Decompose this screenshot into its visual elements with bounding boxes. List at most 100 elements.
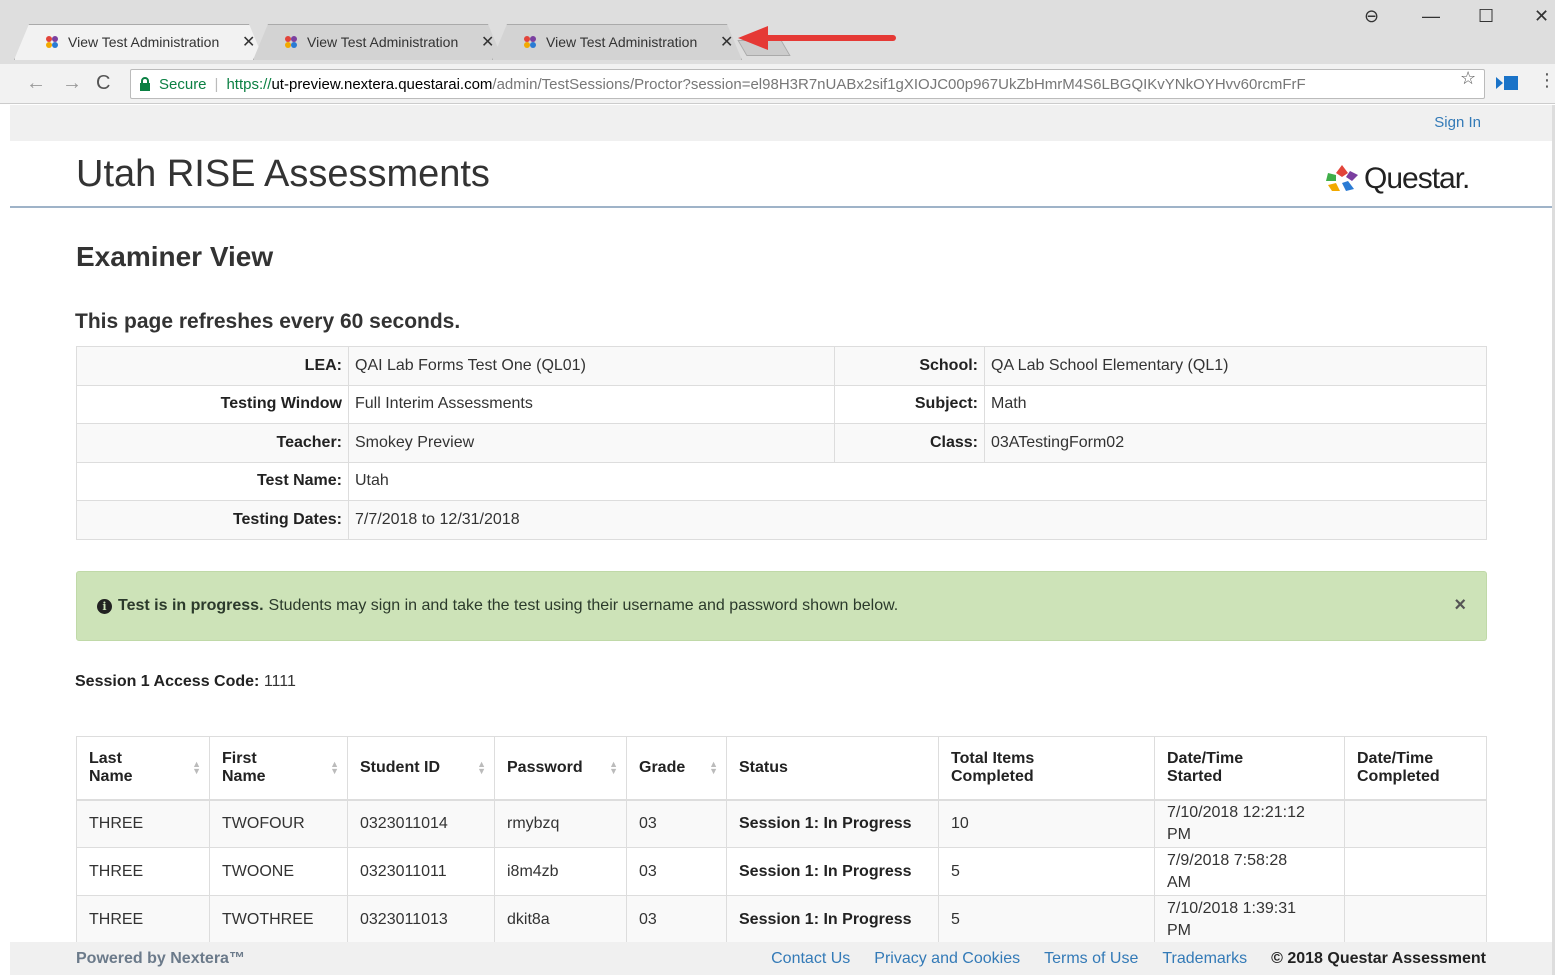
column-header-grade[interactable]: Grade ▲ ▼ bbox=[626, 736, 727, 801]
column-header-date-completed: Date/Time Completed bbox=[1344, 736, 1487, 801]
sign-in-link[interactable]: Sign In bbox=[1434, 114, 1481, 131]
footer-link-privacy[interactable]: Privacy and Cookies bbox=[874, 950, 1020, 968]
header-divider bbox=[10, 206, 1552, 208]
column-header-label: Date/Time Started bbox=[1167, 749, 1244, 785]
date-started-text: 7/10/2018 12:21:12 PM bbox=[1167, 803, 1305, 843]
lea-value: QAI Lab Forms Test One (QL01) bbox=[348, 346, 835, 386]
lea-label: LEA: bbox=[76, 346, 349, 386]
top-utility-bar: Sign In bbox=[10, 105, 1552, 141]
info-circle-icon: i bbox=[97, 598, 112, 614]
questar-favicon-icon bbox=[285, 36, 297, 48]
refresh-note: This page refreshes every 60 seconds. bbox=[75, 310, 461, 333]
test-name-value: Utah bbox=[348, 461, 1487, 501]
testing-window-value: Full Interim Assessments bbox=[348, 384, 835, 424]
browser-menu-icon[interactable]: ⋮ bbox=[1538, 70, 1555, 91]
column-header-first-name[interactable]: First Name ▲ ▼ bbox=[209, 736, 348, 801]
sort-icon[interactable]: ▲ ▼ bbox=[609, 760, 618, 776]
cell-status: Session 1: In Progress bbox=[726, 799, 939, 848]
cell-password: i8m4zb bbox=[494, 847, 627, 896]
window-close-icon[interactable]: ✕ bbox=[1534, 6, 1549, 27]
bookmark-star-icon[interactable]: ☆ bbox=[1460, 68, 1476, 89]
column-header-last-name[interactable]: Last Name ▲ ▼ bbox=[76, 736, 210, 801]
forward-arrow-icon[interactable]: → bbox=[62, 72, 82, 95]
cell-date-completed bbox=[1344, 847, 1487, 896]
url-bar[interactable]: Secure | https://ut-preview.nextera.ques… bbox=[130, 69, 1485, 99]
sort-icon[interactable]: ▲ ▼ bbox=[192, 760, 201, 776]
teacher-value: Smokey Preview bbox=[348, 423, 835, 463]
cell-items-completed: 5 bbox=[938, 895, 1155, 944]
date-started-text: 7/10/2018 1:39:31 PM bbox=[1167, 899, 1297, 939]
cell-student-id: 0323011011 bbox=[347, 847, 495, 896]
tab-title: View Test Administration bbox=[307, 34, 459, 50]
url-protocol: https:// bbox=[226, 75, 272, 93]
cell-student-id: 0323011014 bbox=[347, 799, 495, 848]
extension-icon[interactable] bbox=[1496, 74, 1518, 92]
table-row: THREE TWOTHREE 0323011013 dkit8a 03 Sess… bbox=[76, 895, 1487, 944]
footer-link-terms[interactable]: Terms of Use bbox=[1044, 950, 1138, 968]
cell-grade: 03 bbox=[626, 799, 727, 848]
reload-icon[interactable]: C bbox=[96, 72, 110, 95]
minimize-icon[interactable]: — bbox=[1422, 6, 1440, 27]
footer-link-trademarks[interactable]: Trademarks bbox=[1162, 950, 1247, 968]
column-header-date-started: Date/Time Started bbox=[1154, 736, 1345, 801]
cell-items-completed: 5 bbox=[938, 847, 1155, 896]
column-header-student-id[interactable]: Student ID ▲ ▼ bbox=[347, 736, 495, 801]
questar-favicon-icon bbox=[46, 36, 58, 48]
sort-icon[interactable]: ▲ ▼ bbox=[709, 760, 718, 776]
footer-links: Contact Us Privacy and Cookies Terms of … bbox=[771, 950, 1486, 968]
logo-text: Questar. bbox=[1364, 162, 1470, 195]
cell-last-name: THREE bbox=[76, 847, 210, 896]
column-header-total-items: Total Items Completed bbox=[938, 736, 1155, 801]
session-info-table: LEA: QAI Lab Forms Test One (QL01) Schoo… bbox=[76, 346, 1487, 540]
sort-icon[interactable]: ▲ ▼ bbox=[330, 760, 339, 776]
back-arrow-icon[interactable]: ← bbox=[26, 72, 46, 95]
red-arrow-annotation-icon bbox=[738, 26, 896, 50]
footer-link-contact[interactable]: Contact Us bbox=[771, 950, 850, 968]
status-alert: i Test is in progress. Students may sign… bbox=[76, 571, 1487, 641]
column-header-label: First Name bbox=[222, 749, 266, 785]
sort-icon[interactable]: ▲ ▼ bbox=[477, 760, 486, 776]
browser-tab-2[interactable]: View Test Administration ✕ bbox=[253, 24, 503, 60]
school-label: School: bbox=[834, 346, 985, 386]
app-title: Utah RISE Assessments bbox=[76, 153, 490, 195]
questar-favicon-icon bbox=[524, 36, 536, 48]
address-toolbar: ← → C Secure | https://ut-preview.nexter… bbox=[0, 64, 1555, 104]
table-row: THREE TWOONE 0323011011 i8m4zb 03 Sessio… bbox=[76, 847, 1487, 896]
browser-tab-strip: View Test Administration ✕ View Test Adm… bbox=[0, 0, 1555, 64]
cell-first-name: TWOTHREE bbox=[209, 895, 348, 944]
cell-date-completed bbox=[1344, 895, 1487, 944]
browser-tab-3[interactable]: View Test Administration ✕ bbox=[492, 24, 742, 60]
cell-date-completed bbox=[1344, 799, 1487, 848]
questar-logo: Questar. bbox=[1324, 162, 1470, 196]
lock-icon bbox=[140, 77, 150, 91]
subject-label: Subject: bbox=[834, 384, 985, 424]
tab-title: View Test Administration bbox=[546, 34, 698, 50]
access-code-value: 1111 bbox=[263, 673, 296, 690]
secure-label: Secure bbox=[159, 75, 207, 93]
tab-close-icon[interactable]: ✕ bbox=[720, 32, 733, 52]
cell-date-started: 7/10/2018 12:21:12 PM bbox=[1154, 799, 1345, 848]
secure-indicator[interactable]: Secure bbox=[139, 76, 207, 93]
maximize-icon[interactable]: ☐ bbox=[1478, 6, 1494, 27]
column-header-status: Status bbox=[726, 736, 939, 801]
test-name-label: Test Name: bbox=[76, 461, 349, 501]
url-path: /admin/TestSessions/Proctor?session=el98… bbox=[492, 75, 1306, 93]
cell-date-started: 7/9/2018 7:58:28 AM bbox=[1154, 847, 1345, 896]
teacher-label: Teacher: bbox=[76, 423, 349, 463]
testing-window-label: Testing Window bbox=[76, 384, 349, 424]
date-started-text: 7/9/2018 7:58:28 AM bbox=[1167, 851, 1288, 891]
browser-tab-1[interactable]: View Test Administration ✕ bbox=[14, 24, 264, 60]
cell-password: rmybzq bbox=[494, 799, 627, 848]
powered-by-text: Powered by Nextera™ bbox=[76, 950, 245, 967]
column-header-password[interactable]: Password ▲ ▼ bbox=[494, 736, 627, 801]
cell-status: Session 1: In Progress bbox=[726, 895, 939, 944]
cell-status: Session 1: In Progress bbox=[726, 847, 939, 896]
url-host: ut-preview.nextera.questarai.com bbox=[271, 75, 493, 93]
profile-icon[interactable]: ⊖ bbox=[1364, 6, 1379, 27]
questar-logo-icon bbox=[1326, 165, 1358, 191]
alert-close-icon[interactable]: × bbox=[1454, 594, 1466, 617]
subject-value: Math bbox=[984, 384, 1487, 424]
class-label: Class: bbox=[834, 423, 985, 463]
page-title: Examiner View bbox=[76, 241, 274, 272]
cell-password: dkit8a bbox=[494, 895, 627, 944]
